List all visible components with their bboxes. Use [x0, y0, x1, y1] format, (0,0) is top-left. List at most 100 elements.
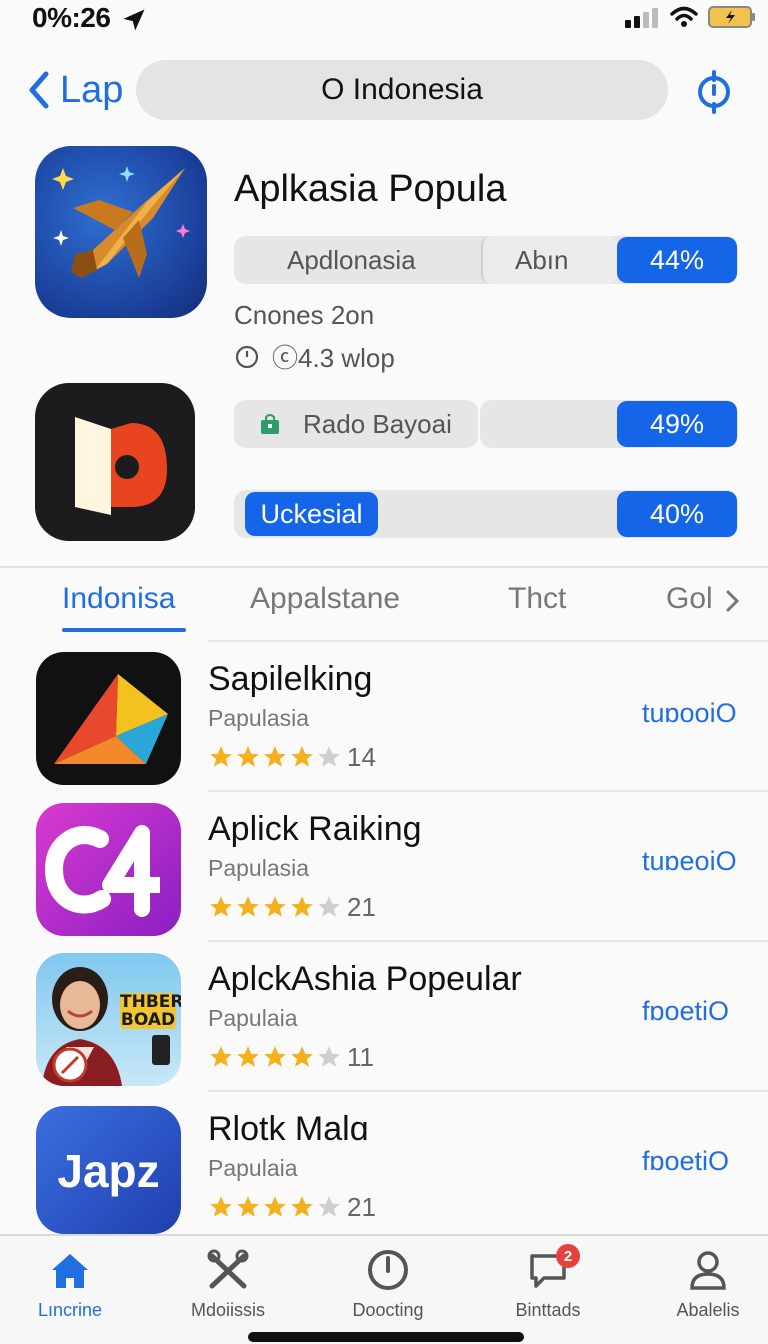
get-button[interactable]: tuɒooiO	[642, 698, 737, 729]
status-time: 0%:26	[32, 2, 111, 33]
tabbar-item-home[interactable]: Lıncrine	[0, 1248, 140, 1328]
letter-d-logo-icon	[75, 417, 167, 515]
document-app-icon[interactable]	[35, 383, 195, 541]
star-icon	[237, 1046, 259, 1067]
app-icon-avatar[interactable]: THBER BOAD	[36, 953, 181, 1086]
row-divider	[208, 1090, 768, 1092]
get-button[interactable]: fɒoetiO	[642, 1146, 729, 1177]
star-icon	[264, 896, 286, 917]
row3-label-pill[interactable]: Uckesial	[245, 492, 378, 536]
app-name[interactable]: Rlotk Malɑ	[208, 1110, 369, 1149]
app-name[interactable]: AplckAshia Popeular	[208, 960, 522, 999]
tabbar-item-tools[interactable]: Mdoiissis	[158, 1248, 298, 1328]
star-icon	[210, 746, 232, 767]
star-icon	[291, 1046, 313, 1067]
chevron-left-icon	[29, 71, 49, 109]
app-subtitle: Papulasia	[208, 705, 310, 731]
active-tab-indicator	[62, 628, 186, 632]
app-rating: 14	[208, 742, 376, 772]
row2-label: Rado Bayoai	[303, 408, 452, 439]
rating-count: 21	[347, 891, 376, 922]
row2-percent-badge[interactable]: 49%	[617, 401, 737, 447]
tabbar-label: Abalelis	[676, 1300, 740, 1320]
tabbar-label: Mdoiissis	[190, 1300, 265, 1320]
japz-logo-icon: Japz	[57, 1145, 160, 1197]
star-icon	[210, 1196, 232, 1217]
app-subtitle: Papulaia	[208, 1155, 298, 1181]
star-icon	[318, 1046, 340, 1067]
tabbar-label: Binttads	[515, 1300, 581, 1320]
get-button[interactable]: tuɒeoiO	[642, 846, 737, 877]
featured-title: Aplkasia Popula	[234, 168, 507, 210]
app-rating: 21	[208, 892, 376, 922]
navigation-bar: Lap O Indonesia	[0, 60, 768, 120]
featured-rating-text: ⓒ4.3 wlop	[272, 343, 395, 373]
star-rating	[208, 1194, 343, 1220]
tabbar-item-clock[interactable]: Doocting	[318, 1248, 458, 1328]
get-button[interactable]: fɒoetiO	[642, 996, 729, 1027]
rocket-app-icon[interactable]	[35, 146, 207, 318]
battery-icon	[708, 6, 755, 28]
target-icon[interactable]	[692, 70, 736, 114]
tabbar-item-profile[interactable]: Abalelis	[638, 1248, 768, 1328]
rating-count: 14	[347, 741, 376, 772]
tabbar-item-chat[interactable]: 2 Binttads	[478, 1244, 618, 1328]
status-bar: 0%:26	[0, 0, 768, 40]
app-rating: 21	[208, 1192, 376, 1222]
location-arrow-icon	[123, 9, 145, 31]
bottom-tab-bar: Lıncrine Mdoiissis Doocting 2 Binttads A…	[0, 1234, 768, 1344]
star-icon	[264, 1196, 286, 1217]
app-subtitle: Papulaia	[208, 1005, 298, 1031]
app-rating: 11	[208, 1042, 374, 1072]
row-divider	[208, 940, 768, 942]
cellular-signal-icon	[625, 8, 658, 28]
chevron-right-icon[interactable]	[722, 588, 742, 614]
star-icon	[318, 746, 340, 767]
star-icon	[318, 1196, 340, 1217]
star-icon	[291, 1196, 313, 1217]
app-name[interactable]: Sapilelking	[208, 660, 372, 699]
back-button[interactable]: Lap	[26, 66, 123, 114]
rocket-icon	[52, 166, 190, 278]
row1-middle-label: Abın	[515, 244, 569, 275]
tabbar-label: Doocting	[352, 1300, 424, 1320]
app-subtitle: Papulasia	[208, 855, 310, 881]
icon-badge-text: THBER BOAD	[120, 992, 181, 1030]
row3-percent-badge[interactable]: 40%	[617, 491, 737, 537]
tabbar-label: Lıncrine	[37, 1300, 103, 1320]
tools-icon	[207, 1249, 249, 1289]
star-rating	[208, 894, 343, 920]
back-label: Lap	[60, 68, 124, 111]
shopping-bag-icon	[261, 414, 279, 434]
app-icon-japz[interactable]: Japz	[36, 1106, 181, 1234]
featured-rating-line: ⓒ4.3 wlop	[234, 338, 395, 375]
star-icon	[264, 1046, 286, 1067]
tab-thct[interactable]: Thct	[508, 582, 566, 616]
star-icon	[210, 896, 232, 917]
clock-icon	[368, 1250, 408, 1290]
row1-percent-badge[interactable]: 44%	[617, 237, 737, 283]
star-icon	[318, 896, 340, 917]
star-icon	[237, 746, 259, 767]
person-icon	[690, 1251, 726, 1290]
tab-appalstane[interactable]: Appalstane	[250, 582, 400, 616]
star-icon	[237, 1196, 259, 1217]
c4-logo-icon	[44, 825, 160, 917]
app-icon-prism[interactable]	[36, 652, 181, 785]
wifi-icon	[670, 6, 698, 27]
star-icon	[291, 746, 313, 767]
section-divider	[0, 566, 768, 568]
tabs-divider	[208, 640, 768, 642]
tab-gol[interactable]: Gol	[666, 582, 713, 616]
clock-icon	[235, 345, 259, 368]
search-field[interactable]: O Indonesia	[136, 60, 668, 120]
rating-count: 11	[347, 1041, 374, 1072]
home-indicator	[248, 1332, 524, 1342]
tab-indonisa[interactable]: Indonisa	[62, 582, 175, 616]
home-icon	[52, 1254, 88, 1288]
app-icon-c4[interactable]	[36, 803, 181, 936]
featured-meta-line: Cnones 2on	[234, 300, 375, 330]
prism-icon	[54, 674, 168, 764]
app-name[interactable]: Aplick Raiking	[208, 810, 422, 849]
rating-count: 21	[347, 1191, 376, 1222]
